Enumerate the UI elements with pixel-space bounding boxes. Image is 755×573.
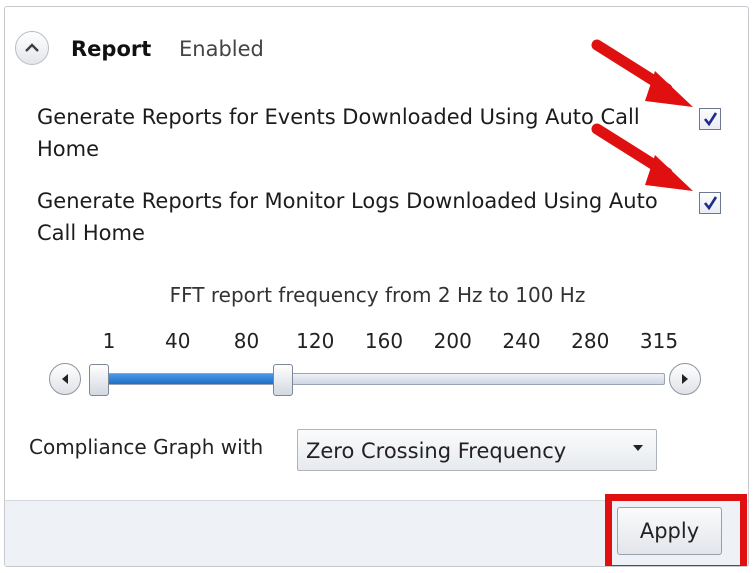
checkmark-icon — [703, 112, 718, 127]
compliance-graph-dropdown[interactable]: Zero Crossing Frequency — [297, 429, 657, 471]
annotation-arrow-icon — [591, 123, 693, 191]
slider-tick-label: 315 — [639, 329, 679, 353]
slider-thumb-high[interactable] — [272, 364, 293, 396]
slider-tick-label: 120 — [296, 329, 335, 353]
option-monitor-logs-checkbox[interactable] — [699, 192, 721, 214]
fft-frequency-label: FFT report frequency from 2 Hz to 100 Hz — [169, 283, 586, 307]
collapse-button[interactable] — [15, 31, 49, 65]
slider-tick-label: 1 — [102, 329, 116, 353]
chevron-up-icon — [25, 43, 39, 52]
checkmark-icon — [703, 196, 718, 211]
compliance-graph-label: Compliance Graph with — [29, 435, 264, 459]
section-status: Enabled — [179, 37, 264, 61]
caret-down-icon — [633, 445, 643, 451]
option-events-checkbox[interactable] — [699, 108, 721, 130]
triangle-left-icon — [62, 374, 68, 384]
slider-tick-label: 160 — [364, 329, 404, 353]
slider-tick-label: 40 — [165, 329, 191, 353]
annotation-arrow-icon — [591, 39, 693, 107]
slider-track[interactable] — [95, 373, 665, 385]
slider-decrease-button[interactable] — [49, 363, 81, 395]
slider-tick-label: 80 — [233, 329, 260, 353]
triangle-right-icon — [682, 374, 688, 384]
slider-range-fill — [96, 374, 283, 384]
slider-increase-button[interactable] — [669, 363, 701, 395]
report-panel: Report Enabled Generate Reports for Even… — [4, 6, 749, 567]
annotation-highlight-box — [605, 494, 747, 566]
slider-tick-label: 200 — [433, 329, 472, 353]
section-title: Report — [71, 37, 152, 61]
slider-tick-label: 240 — [502, 329, 541, 353]
slider-thumb-low[interactable] — [89, 364, 109, 396]
dropdown-selected-value: Zero Crossing Frequency — [306, 439, 567, 463]
slider-tick-label: 280 — [571, 329, 610, 353]
